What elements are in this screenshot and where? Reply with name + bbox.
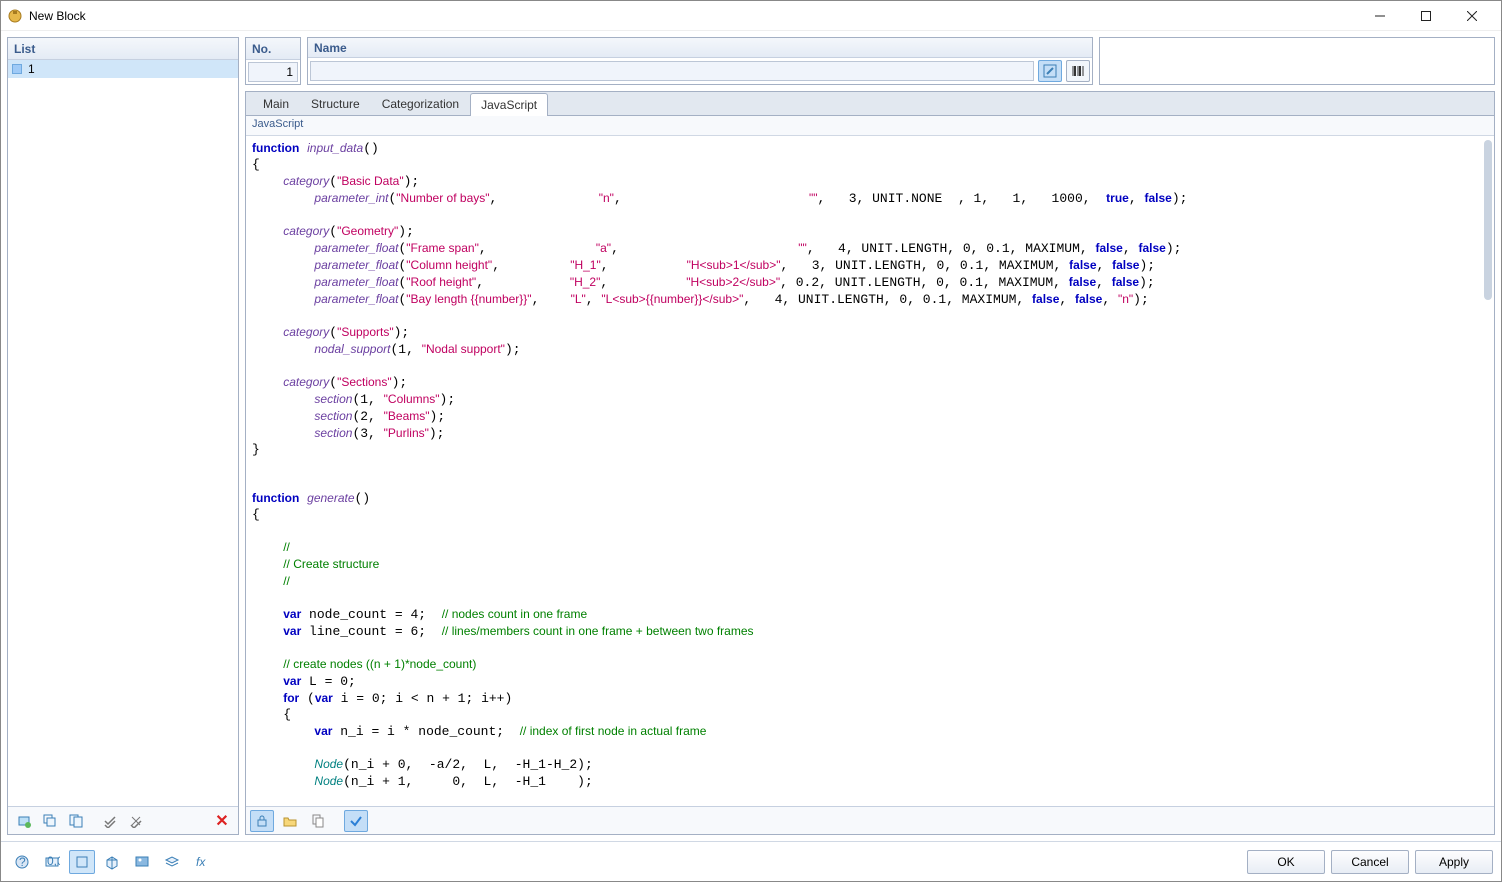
number-panel: No.	[245, 37, 301, 85]
list-item-label: 1	[28, 62, 35, 76]
name-input[interactable]	[310, 61, 1034, 81]
close-button[interactable]	[1449, 2, 1495, 30]
tab-structure[interactable]: Structure	[300, 92, 371, 115]
name-label: Name	[308, 38, 1092, 58]
barcode-button[interactable]	[1066, 60, 1090, 82]
app-icon	[7, 8, 23, 24]
name-panel: Name	[307, 37, 1093, 85]
preview-panel	[1099, 37, 1495, 85]
list-body[interactable]: 1	[8, 60, 238, 806]
units-button[interactable]: 0,0	[39, 850, 65, 874]
view3d-button[interactable]	[99, 850, 125, 874]
copy-item-button[interactable]	[38, 810, 62, 832]
lock-button[interactable]	[250, 810, 274, 832]
cancel-button[interactable]: Cancel	[1331, 850, 1409, 874]
scrollbar-thumb[interactable]	[1484, 140, 1492, 300]
list-header: List	[8, 38, 238, 60]
footer: ? 0,0 fx OK Cancel Apply	[1, 841, 1501, 881]
main-area: List 1 ✕ No. Name	[1, 31, 1501, 841]
ok-button[interactable]: OK	[1247, 850, 1325, 874]
svg-text:?: ?	[19, 855, 26, 869]
help-button[interactable]: ?	[9, 850, 35, 874]
delete-x-icon: ✕	[215, 811, 228, 831]
code-text: function input_data() { category("Basic …	[246, 136, 1494, 794]
titlebar: New Block	[1, 1, 1501, 31]
render-button[interactable]	[129, 850, 155, 874]
top-row: No. Name	[245, 37, 1495, 85]
delete-item-button[interactable]: ✕	[210, 810, 234, 832]
code-header: JavaScript	[246, 116, 1494, 136]
window-title: New Block	[29, 9, 1357, 23]
new-item-button[interactable]	[12, 810, 36, 832]
function-button[interactable]: fx	[189, 850, 215, 874]
list-toolbar: ✕	[8, 806, 238, 834]
svg-text:0,0: 0,0	[47, 854, 60, 868]
tab-main[interactable]: Main	[252, 92, 300, 115]
apply-button[interactable]: Apply	[1415, 850, 1493, 874]
no-input[interactable]	[248, 62, 298, 82]
edit-name-button[interactable]	[1038, 60, 1062, 82]
code-panel: JavaScript function input_data() { categ…	[245, 115, 1495, 835]
list-item[interactable]: 1	[8, 60, 238, 78]
svg-text:fx: fx	[196, 855, 206, 869]
open-file-button[interactable]	[278, 810, 302, 832]
layers-button[interactable]	[159, 850, 185, 874]
copy-code-button[interactable]	[306, 810, 330, 832]
minimize-button[interactable]	[1357, 2, 1403, 30]
duplicate-item-button[interactable]	[64, 810, 88, 832]
tab-categorization[interactable]: Categorization	[371, 92, 470, 115]
tab-javascript[interactable]: JavaScript	[470, 93, 548, 116]
check-all-button[interactable]	[98, 810, 122, 832]
no-label: No.	[246, 38, 300, 60]
view2d-button[interactable]	[69, 850, 95, 874]
left-panel: List 1 ✕	[7, 37, 239, 835]
tabs: Main Structure Categorization JavaScript	[245, 91, 1495, 115]
code-editor[interactable]: function input_data() { category("Basic …	[246, 136, 1494, 806]
uncheck-all-button[interactable]	[124, 810, 148, 832]
list-item-color-icon	[12, 64, 22, 74]
code-toolbar	[246, 806, 1494, 834]
maximize-button[interactable]	[1403, 2, 1449, 30]
right-panel: No. Name Main Structure Categorization J…	[245, 37, 1495, 835]
validate-button[interactable]	[344, 810, 368, 832]
